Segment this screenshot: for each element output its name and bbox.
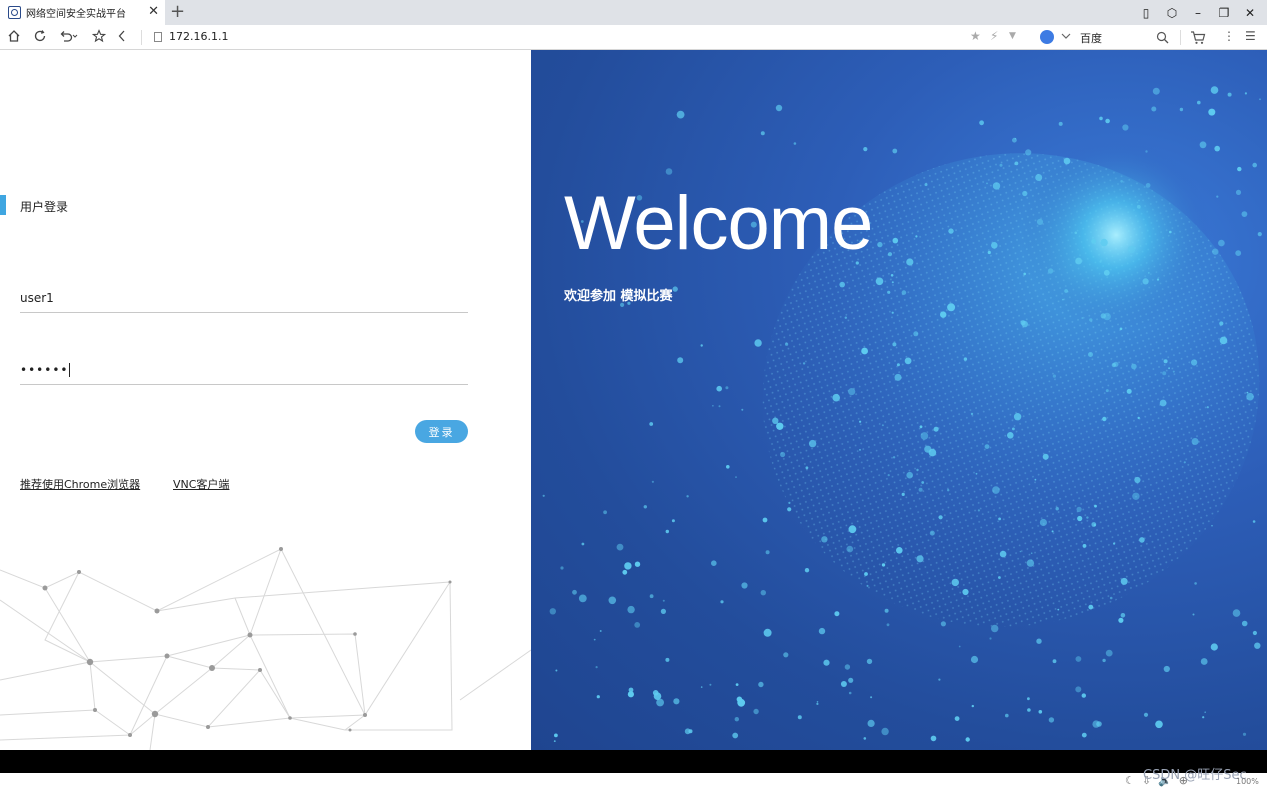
welcome-heading: Welcome xyxy=(564,181,873,266)
login-page: 用户登录 user1 •••••• 登录 推荐使用Chrome浏览器 VNC客户… xyxy=(0,50,1267,750)
login-button[interactable]: 登录 xyxy=(415,420,468,443)
black-band xyxy=(0,750,1267,773)
reader-icon[interactable]: ▯ xyxy=(1133,6,1159,20)
title-accent-bar xyxy=(0,195,6,215)
text-caret xyxy=(69,362,71,377)
username-field[interactable]: user1 xyxy=(20,283,468,313)
cart-icon[interactable] xyxy=(1190,30,1206,45)
password-value: •••••• xyxy=(20,362,69,377)
login-title: 用户登录 xyxy=(20,200,69,214)
status-bar: ☾ ⇩ 🔈 ⊕ xyxy=(0,773,1267,792)
particle-globe-decoration xyxy=(542,86,1262,742)
welcome-hero: Welcome 欢迎参加 模拟比赛 xyxy=(531,50,1267,750)
lightning-icon[interactable]: ⚡ xyxy=(990,29,998,43)
welcome-subtitle: 欢迎参加 模拟比赛 xyxy=(564,289,673,304)
network-decoration xyxy=(0,547,531,750)
home-icon[interactable] xyxy=(7,29,21,43)
page-icon xyxy=(154,32,162,42)
close-window-button[interactable]: ✕ xyxy=(1237,6,1263,20)
tab-bar: 网络空间安全实战平台 ✕ + ▯ ⬡ – ❐ ✕ xyxy=(0,0,1267,25)
star-icon[interactable] xyxy=(92,29,106,43)
active-tab[interactable]: 网络空间安全实战平台 ✕ xyxy=(0,0,165,25)
search-icon[interactable] xyxy=(1156,31,1169,44)
csdn-watermark: CSDN @旺仔Sec xyxy=(1143,768,1247,783)
address-bar[interactable]: 172.16.1.1 xyxy=(169,30,228,43)
navigation-bar: 172.16.1.1 ★ ⚡ ▼ 百度 ⋮ ☰ xyxy=(0,25,1267,50)
minimize-button[interactable]: – xyxy=(1185,6,1211,20)
site-favicon-icon xyxy=(8,6,21,19)
favorite-star-icon[interactable]: ★ xyxy=(970,29,981,43)
more-menu-icon[interactable]: ⋮ xyxy=(1223,29,1235,43)
restore-button[interactable]: ❐ xyxy=(1211,6,1237,20)
tab-close-icon[interactable]: ✕ xyxy=(148,5,159,19)
window-controls: ▯ ⬡ – ❐ ✕ xyxy=(1133,0,1263,25)
skin-icon[interactable]: ⬡ xyxy=(1159,6,1185,20)
login-panel: 用户登录 user1 •••••• 登录 推荐使用Chrome浏览器 VNC客户… xyxy=(0,50,531,750)
chevron-down-icon[interactable]: ▼ xyxy=(1009,31,1016,41)
refresh-icon[interactable] xyxy=(33,29,47,43)
baidu-paw-icon[interactable] xyxy=(1040,30,1054,44)
address-separator xyxy=(141,30,142,45)
toolbar-separator xyxy=(1180,30,1181,45)
search-input[interactable]: 百度 xyxy=(1080,30,1102,46)
chrome-recommend-link[interactable]: 推荐使用Chrome浏览器 xyxy=(20,476,140,492)
new-tab-button[interactable]: + xyxy=(170,1,185,23)
username-value: user1 xyxy=(20,290,54,305)
password-field[interactable]: •••••• xyxy=(20,355,468,385)
tab-title: 网络空间安全实战平台 xyxy=(26,9,126,20)
vnc-client-link[interactable]: VNC客户端 xyxy=(173,476,229,492)
back-icon[interactable] xyxy=(117,29,127,43)
zoom-level[interactable]: 100% xyxy=(1236,777,1259,786)
undo-icon[interactable] xyxy=(59,29,79,43)
hamburger-menu-icon[interactable]: ☰ xyxy=(1245,29,1256,43)
engine-dropdown-icon[interactable] xyxy=(1061,32,1071,40)
